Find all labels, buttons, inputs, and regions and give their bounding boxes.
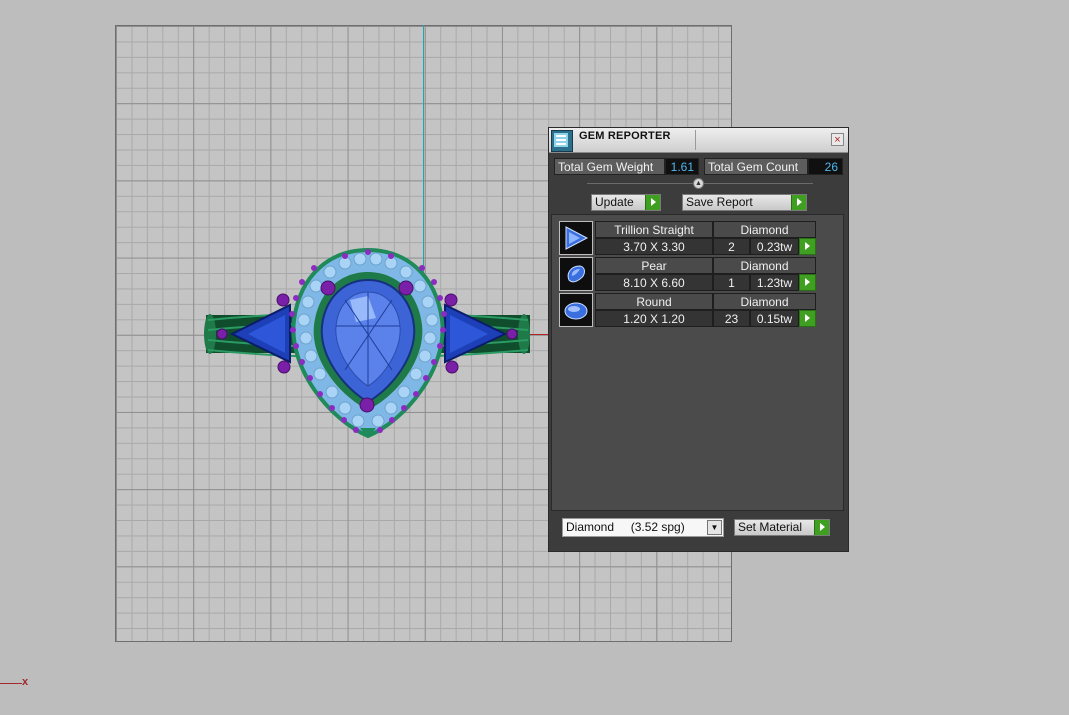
total-gem-count-value: 26 [808, 158, 843, 175]
gem-reporter-app-icon [551, 130, 573, 152]
gem-row-round[interactable]: Round Diamond 1.20 X 1.20 23 0.15tw [559, 293, 817, 327]
select-gem-arrow-icon[interactable] [799, 310, 816, 327]
material-dropdown[interactable]: Diamond (3.52 spg) ▼ [562, 518, 724, 537]
gem-qty: 2 [713, 238, 750, 255]
set-material-button[interactable]: Set Material [734, 519, 830, 536]
total-gem-weight-value: 1.61 [665, 158, 699, 175]
pear-gem-icon [559, 257, 593, 291]
play-arrow-icon [791, 195, 806, 210]
update-button-label: Update [595, 195, 634, 209]
material-dropdown-value: Diamond (3.52 spg) [566, 520, 685, 534]
play-arrow-icon [814, 520, 829, 535]
origin-marker: x [22, 676, 29, 688]
gem-list[interactable]: Trillion Straight Diamond 3.70 X 3.30 2 … [551, 214, 844, 511]
gem-shape: Trillion Straight [595, 221, 713, 238]
gem-row-pear[interactable]: Pear Diamond 8.10 X 6.60 1 1.23tw [559, 257, 817, 291]
trillion-gem-icon [559, 221, 593, 255]
gem-material: Diamond [713, 293, 816, 310]
gem-shape: Round [595, 293, 713, 310]
title-divider [695, 130, 696, 150]
gem-weight: 0.15tw [750, 310, 799, 327]
origin-x-axis [0, 683, 22, 684]
total-gem-count-label: Total Gem Count [704, 158, 808, 175]
gem-weight: 1.23tw [750, 274, 799, 291]
ring-model[interactable] [0, 0, 560, 460]
close-button[interactable]: × [831, 133, 844, 146]
total-gem-weight-label: Total Gem Weight [554, 158, 665, 175]
collapse-knob-icon[interactable]: ▲ [693, 178, 704, 189]
round-gem-icon [559, 293, 593, 327]
gem-size: 8.10 X 6.60 [595, 274, 713, 291]
gem-row-trillion[interactable]: Trillion Straight Diamond 3.70 X 3.30 2 … [559, 221, 817, 255]
panel-title: GEM REPORTER [579, 130, 671, 142]
play-arrow-icon [645, 195, 660, 210]
chevron-down-icon[interactable]: ▼ [707, 520, 722, 535]
update-button[interactable]: Update [591, 194, 661, 211]
gem-reporter-panel: GEM REPORTER × Total Gem Weight 1.61 Tot… [548, 127, 849, 552]
save-report-button-label: Save Report [686, 195, 753, 209]
cad-viewport[interactable]: x [0, 0, 1069, 715]
panel-titlebar[interactable]: GEM REPORTER × [549, 128, 848, 153]
gem-size: 3.70 X 3.30 [595, 238, 713, 255]
gem-size: 1.20 X 1.20 [595, 310, 713, 327]
gem-weight: 0.23tw [750, 238, 799, 255]
gem-shape: Pear [595, 257, 713, 274]
select-gem-arrow-icon[interactable] [799, 274, 816, 291]
gem-material: Diamond [713, 257, 816, 274]
set-material-button-label: Set Material [738, 520, 803, 534]
gem-qty: 23 [713, 310, 750, 327]
select-gem-arrow-icon[interactable] [799, 238, 816, 255]
save-report-button[interactable]: Save Report [682, 194, 807, 211]
gem-qty: 1 [713, 274, 750, 291]
gem-material: Diamond [713, 221, 816, 238]
